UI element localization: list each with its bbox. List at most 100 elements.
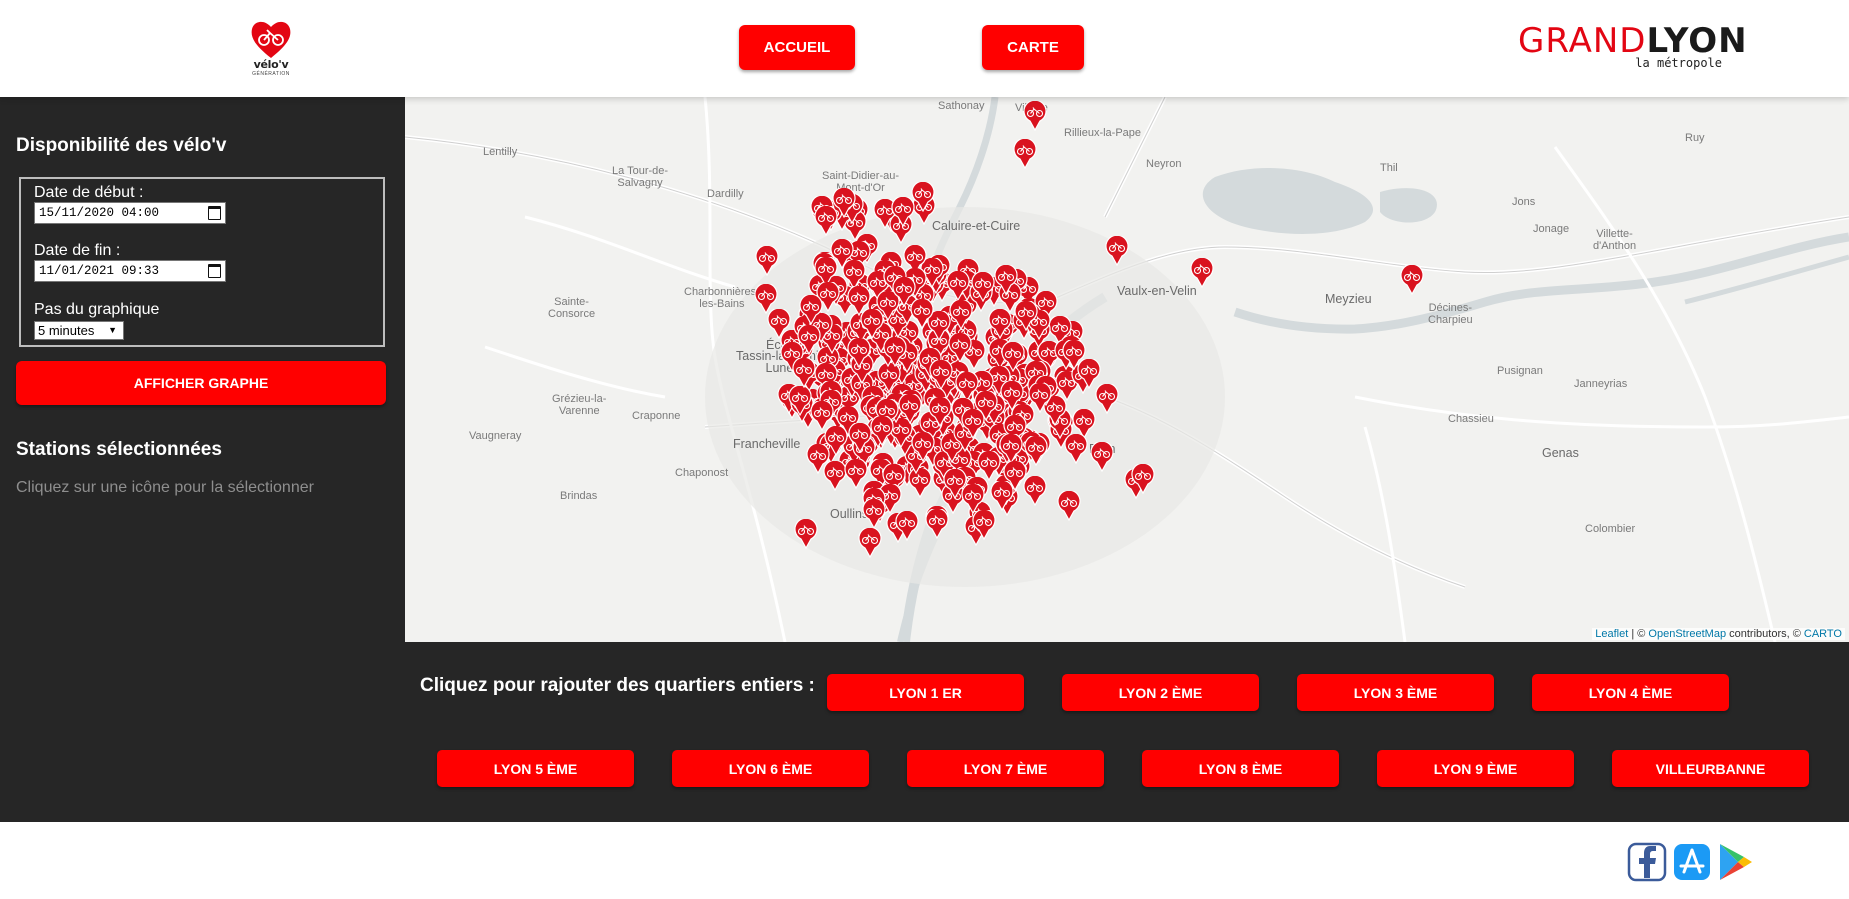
map-place-label: Craponne [632, 410, 681, 422]
quartier-lyon-6-button[interactable]: LYON 6 ÈME [672, 750, 869, 787]
bike-station-marker[interactable] [766, 309, 792, 339]
nav-carte-button[interactable]: CARTE [982, 25, 1084, 70]
end-date-input[interactable]: 11/01/2021 09:33 [34, 260, 226, 282]
map-place-label: Décines- Charpieu [1428, 302, 1473, 326]
bike-station-marker[interactable] [945, 271, 971, 302]
leaflet-link[interactable]: Leaflet [1595, 628, 1628, 640]
map-place-label: Janneyrias [1574, 378, 1628, 390]
grandlyon-logo[interactable]: GRANDLYON la métropole [1518, 22, 1747, 72]
bike-station-marker[interactable] [891, 277, 917, 308]
bike-station-marker[interactable] [796, 325, 822, 356]
bike-station-marker[interactable] [998, 434, 1024, 465]
bike-station-marker[interactable] [1027, 383, 1053, 414]
quartier-lyon-8-button[interactable]: LYON 8 ÈME [1142, 750, 1339, 787]
quartier-lyon-1-button[interactable]: LYON 1 ER [827, 674, 1024, 711]
bike-station-marker[interactable] [890, 197, 916, 228]
start-date-value: 15/11/2020 04:00 [39, 206, 160, 220]
bike-station-marker[interactable] [1056, 491, 1082, 521]
show-graph-button[interactable]: AFFICHER GRAPHE [16, 361, 386, 405]
bike-station-marker[interactable] [846, 285, 872, 316]
bike-station-marker[interactable] [970, 272, 996, 303]
bike-station-marker[interactable] [1063, 434, 1089, 464]
bike-station-marker[interactable] [1189, 258, 1215, 288]
map-place-label: Chassieu [1448, 413, 1494, 425]
bike-station-marker[interactable] [754, 246, 780, 276]
map[interactable]: Lentilly La Tour-de- Salvagny Saint-Didier-… [405, 97, 1849, 642]
bike-station-marker[interactable] [882, 336, 908, 367]
quartier-lyon-4-button[interactable]: LYON 4 ÈME [1532, 674, 1729, 711]
brand-lyon: LYON [1646, 21, 1748, 61]
bike-station-marker[interactable] [928, 359, 954, 390]
map-place-label: Caluire-et-Cuire [932, 219, 1021, 233]
bike-station-marker[interactable] [910, 431, 936, 462]
bike-station-marker[interactable] [1012, 139, 1038, 169]
quartier-lyon-2-button[interactable]: LYON 2 ÈME [1062, 674, 1259, 711]
step-select[interactable]: 5 minutes ▼ [34, 321, 124, 340]
map-place-label: Rillieux-la-Pape [1064, 127, 1142, 139]
sidebar: Disponibilité des vélo'v Date de début :… [0, 97, 405, 822]
heart-icon [251, 21, 291, 58]
quartier-lyon-7-button[interactable]: LYON 7 ÈME [907, 750, 1104, 787]
map-place-label: Jons [1512, 196, 1536, 208]
bike-station-marker[interactable] [791, 357, 817, 388]
map-place-label: Thil [1380, 162, 1398, 174]
nav-accueil-button[interactable]: ACCUEIL [739, 25, 855, 70]
map-place-label: Sainte- Consorce [548, 296, 596, 320]
map-place-label: Vaulx-en-Velin [1117, 284, 1197, 298]
bike-station-marker[interactable] [999, 381, 1025, 412]
attribution-contributors: contributors, © [1726, 628, 1804, 640]
bike-station-marker[interactable] [971, 510, 997, 541]
attribution-separator: | © [1628, 628, 1649, 640]
bike-station-marker[interactable] [1013, 300, 1039, 331]
osm-link[interactable]: OpenStreetMap [1648, 628, 1726, 640]
google-play-icon[interactable] [1716, 842, 1756, 882]
start-date-input[interactable]: 15/11/2020 04:00 [34, 202, 226, 224]
bike-station-marker[interactable] [1399, 265, 1425, 295]
bike-station-marker[interactable] [1094, 384, 1120, 414]
step-label: Pas du graphique [34, 301, 160, 318]
bike-station-marker[interactable] [798, 295, 824, 325]
quartier-lyon-5-button[interactable]: LYON 5 ÈME [437, 750, 634, 787]
bike-station-marker[interactable] [942, 469, 968, 499]
bike-station-marker[interactable] [960, 409, 986, 440]
bike-station-marker[interactable] [1000, 342, 1026, 372]
bike-station-marker[interactable] [894, 510, 920, 541]
quartier-lyon-3-button[interactable]: LYON 3 ÈME [1297, 674, 1494, 711]
calendar-icon[interactable] [208, 206, 221, 220]
bike-station-marker[interactable] [843, 459, 869, 489]
brand-subtitle: la métropole [1635, 56, 1722, 70]
bike-station-marker[interactable] [857, 528, 883, 558]
end-date-value: 11/01/2021 09:33 [39, 264, 160, 278]
bike-station-marker[interactable] [1104, 236, 1130, 266]
bike-station-marker[interactable] [1022, 101, 1048, 131]
bike-station-marker[interactable] [793, 519, 819, 549]
calendar-icon[interactable] [208, 264, 221, 278]
map-place-label: Chaponost [675, 467, 729, 479]
bike-station-marker[interactable] [993, 264, 1019, 295]
bike-station-marker[interactable] [1022, 476, 1048, 506]
velov-logo[interactable]: vélo'v GÉNÉRATION [246, 18, 296, 80]
quartier-villeurbanne-button[interactable]: VILLEURBANNE [1612, 750, 1809, 787]
app-store-icon[interactable] [1672, 842, 1712, 882]
carto-link[interactable]: CARTO [1804, 628, 1842, 640]
bike-station-marker[interactable] [897, 394, 923, 425]
bike-station-marker[interactable] [987, 308, 1013, 339]
bike-station-marker[interactable] [813, 206, 839, 237]
map-place-label: Brindas [560, 490, 598, 502]
bike-station-marker[interactable] [861, 499, 887, 529]
start-date-label: Date de début : [34, 184, 144, 201]
chevron-down-icon: ▼ [108, 325, 117, 335]
page: vélo'v GÉNÉRATION ACCUEIL CARTE GRANDLYO… [0, 0, 1849, 899]
bike-station-marker[interactable] [1130, 464, 1156, 494]
bike-station-marker[interactable] [1023, 436, 1049, 466]
selection-hint: Cliquez sur une icône pour la sélectionn… [16, 479, 314, 496]
bike-station-marker[interactable] [1089, 442, 1115, 472]
availability-title: Disponibilité des vélo'v [16, 135, 227, 156]
quartiers-title: Cliquez pour rajouter des quartiers enti… [420, 675, 815, 696]
facebook-icon[interactable] [1627, 842, 1667, 882]
map-place-label: Vaugneray [469, 430, 522, 442]
quartier-lyon-9-button[interactable]: LYON 9 ÈME [1377, 750, 1574, 787]
bike-station-marker[interactable] [927, 396, 953, 427]
bike-station-marker[interactable] [869, 415, 895, 446]
bike-station-marker[interactable] [846, 338, 872, 369]
